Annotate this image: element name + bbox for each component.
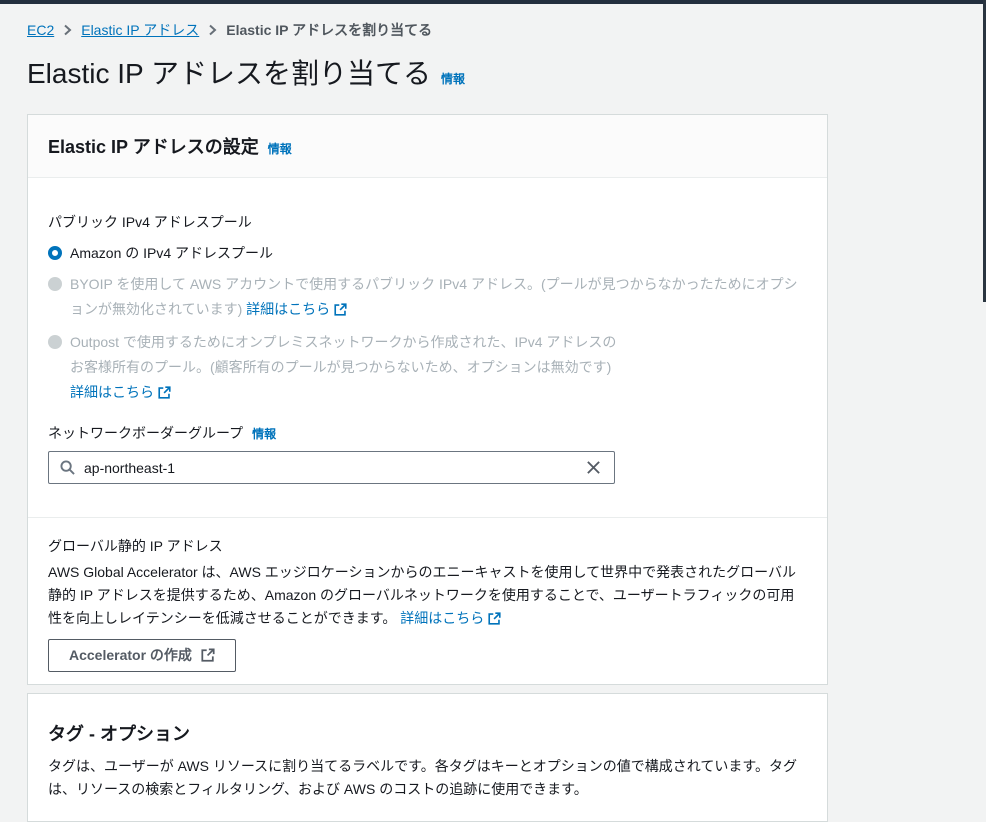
create-accelerator-label: Accelerator の作成 (69, 647, 192, 663)
network-border-group-label-row: ネットワークボーダーグループ 情報 (48, 423, 807, 443)
global-static-ip-description: AWS Global Accelerator は、AWS エッジロケーションから… (48, 561, 807, 632)
public-ipv4-pool-label: パブリック IPv4 アドレスプール (48, 214, 252, 230)
section-divider (28, 517, 827, 518)
page-title: Elastic IP アドレスを割り当てる (27, 58, 431, 89)
learn-more-label: 詳細はこちら (246, 301, 331, 317)
external-link-icon (334, 299, 347, 324)
settings-card-title: Elastic IP アドレスの設定 (48, 137, 259, 157)
global-static-ip-section: グローバル静的 IP アドレス AWS Global Accelerator は… (48, 536, 807, 672)
tags-card: タグ - オプション タグは、ユーザーが AWS リソースに割り当てるラベルです… (27, 693, 828, 822)
radio-selected-icon[interactable] (48, 246, 62, 260)
elastic-ip-settings-card: Elastic IP アドレスの設定 情報 パブリック IPv4 アドレスプール… (27, 114, 828, 685)
radio-option-label: BYOIP を使用して AWS アカウントで使用するパブリック IPv4 アドレ… (70, 272, 802, 324)
radio-option-text: Outpost で使用するためにオンプレミスネットワークから作成された、IPv4… (70, 334, 617, 375)
clear-input-button[interactable] (584, 458, 603, 477)
chevron-right-icon (208, 24, 217, 36)
page-title-info-link[interactable]: 情報 (441, 70, 465, 87)
create-accelerator-button[interactable]: Accelerator の作成 (48, 639, 236, 672)
tags-card-title: タグ - オプション (48, 724, 190, 744)
page-title-row: Elastic IP アドレスを割り当てる 情報 (27, 57, 828, 90)
external-link-icon (158, 382, 171, 407)
chevron-right-icon (63, 24, 72, 36)
network-border-group-info-link[interactable]: 情報 (252, 425, 276, 442)
radio-option-label: Amazon の IPv4 アドレスプール (70, 245, 274, 261)
global-static-ip-label: グローバル静的 IP アドレス (48, 538, 223, 554)
radio-option-text: BYOIP を使用して AWS アカウントで使用するパブリック IPv4 アドレ… (70, 276, 798, 317)
radio-option-outpost: Outpost で使用するためにオンプレミスネットワークから作成された、IPv4… (48, 330, 807, 407)
radio-disabled-icon (48, 335, 62, 349)
radio-option-label: Outpost で使用するためにオンプレミスネットワークから作成された、IPv4… (70, 330, 622, 407)
settings-card-info-link[interactable]: 情報 (268, 140, 292, 157)
breadcrumb-link-elastic-ip[interactable]: Elastic IP アドレス (81, 20, 199, 40)
global-accelerator-learn-more-link[interactable]: 詳細はこちら (400, 610, 501, 626)
network-border-group-label: ネットワークボーダーグループ (48, 425, 244, 441)
byoip-learn-more-link[interactable]: 詳細はこちら (246, 301, 347, 317)
top-bar (0, 0, 986, 4)
external-link-icon (488, 609, 501, 632)
search-icon (60, 460, 75, 475)
network-border-group-input[interactable] (84, 459, 575, 476)
page-content: EC2 Elastic IP アドレス Elastic IP アドレスを割り当て… (0, 0, 828, 822)
radio-option-byoip: BYOIP を使用して AWS アカウントで使用するパブリック IPv4 アドレ… (48, 272, 807, 324)
radio-disabled-icon (48, 277, 62, 291)
breadcrumb: EC2 Elastic IP アドレス Elastic IP アドレスを割り当て… (27, 20, 828, 40)
breadcrumb-current: Elastic IP アドレスを割り当てる (226, 22, 433, 38)
learn-more-label: 詳細はこちら (400, 610, 485, 626)
breadcrumb-link-ec2[interactable]: EC2 (27, 22, 54, 38)
close-icon (586, 460, 601, 475)
public-ipv4-pool-radio-group: Amazon の IPv4 アドレスプール BYOIP を使用して AWS アカ… (48, 241, 807, 407)
settings-card-header: Elastic IP アドレスの設定 情報 (28, 115, 827, 178)
network-border-group-search-box[interactable] (48, 451, 615, 484)
external-link-icon (201, 648, 215, 662)
radio-option-amazon-pool[interactable]: Amazon の IPv4 アドレスプール (48, 241, 807, 266)
learn-more-label: 詳細はこちら (70, 384, 154, 400)
tags-card-description: タグは、ユーザーが AWS リソースに割り当てるラベルです。各タグはキーとオプシ… (48, 758, 797, 797)
settings-card-body: パブリック IPv4 アドレスプール Amazon の IPv4 アドレスプール… (28, 178, 827, 684)
outpost-learn-more-link[interactable]: 詳細はこちら (70, 384, 171, 400)
